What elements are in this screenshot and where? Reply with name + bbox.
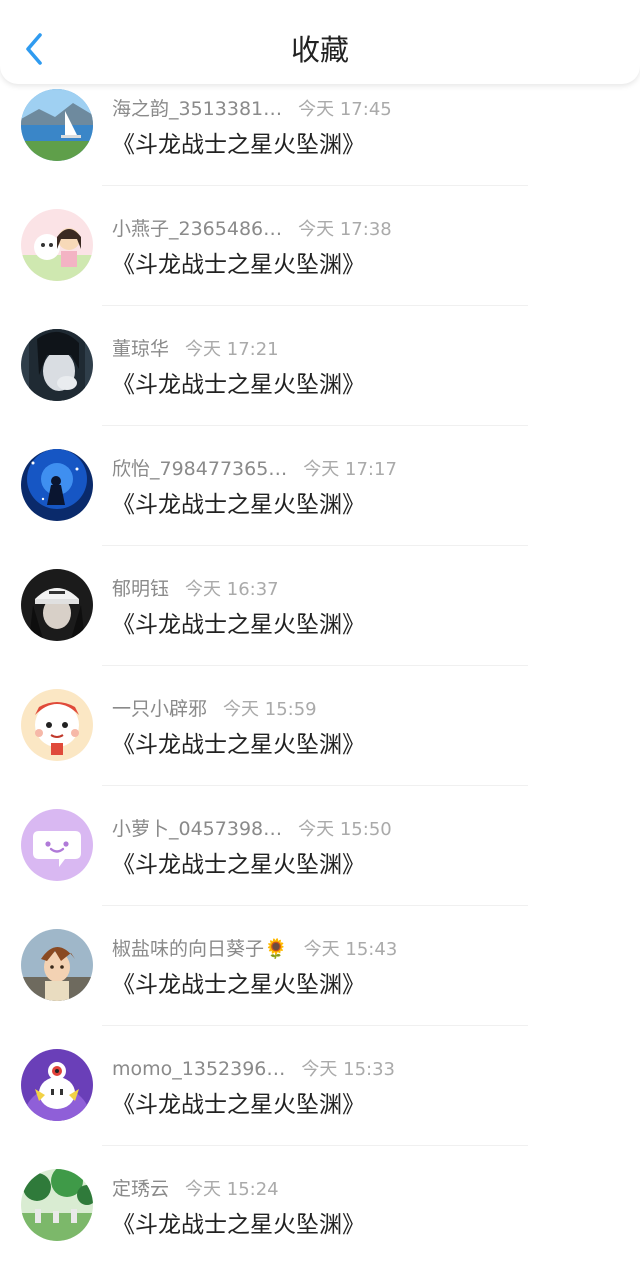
top-nav-bar (0, 0, 640, 84)
divider (102, 545, 528, 546)
avatar[interactable] (21, 1049, 93, 1121)
username[interactable]: 椒盐味的向日葵子🌻 (112, 938, 288, 960)
timestamp: 今天 15:24 (185, 1179, 279, 1200)
avatar[interactable] (21, 209, 93, 281)
list-item[interactable]: 小燕子_2365486… 今天 17:38 《斗龙战士之星火坠渊》 (0, 204, 640, 324)
list-item[interactable]: 海之韵_3513381… 今天 17:45 《斗龙战士之星火坠渊》 (0, 84, 640, 204)
username[interactable]: 欣怡_798477365… (112, 458, 287, 480)
timestamp: 今天 15:59 (223, 699, 317, 720)
username[interactable]: 董琼华 (112, 338, 169, 360)
timestamp: 今天 15:33 (301, 1059, 395, 1080)
username[interactable]: momo_1352396… (112, 1058, 285, 1080)
timestamp: 今天 15:50 (298, 819, 392, 840)
divider (102, 785, 528, 786)
avatar[interactable] (21, 689, 93, 761)
favorites-list: 海之韵_3513381… 今天 17:45 《斗龙战士之星火坠渊》 小燕子_23… (0, 84, 640, 1264)
meta-line: 一只小辟邪 今天 15:59 (112, 696, 317, 722)
username[interactable]: 海之韵_3513381… (112, 98, 282, 120)
avatar[interactable] (21, 809, 93, 881)
book-title[interactable]: 《斗龙战士之星火坠渊》 (112, 1208, 365, 1242)
book-title[interactable]: 《斗龙战士之星火坠渊》 (112, 1088, 365, 1122)
meta-line: 椒盐味的向日葵子🌻 今天 15:43 (112, 936, 397, 962)
username[interactable]: 小萝卜_0457398… (112, 818, 282, 840)
book-title[interactable]: 《斗龙战士之星火坠渊》 (112, 248, 365, 282)
timestamp: 今天 17:21 (185, 339, 279, 360)
list-item[interactable]: 椒盐味的向日葵子🌻 今天 15:43 《斗龙战士之星火坠渊》 (0, 924, 640, 1044)
timestamp: 今天 17:45 (298, 99, 392, 120)
list-item[interactable]: 欣怡_798477365… 今天 17:17 《斗龙战士之星火坠渊》 (0, 444, 640, 564)
meta-line: 欣怡_798477365… 今天 17:17 (112, 456, 397, 482)
meta-line: 董琼华 今天 17:21 (112, 336, 279, 362)
divider (102, 425, 528, 426)
avatar[interactable] (21, 929, 93, 1001)
username[interactable]: 郁明钰 (112, 578, 169, 600)
meta-line: 郁明钰 今天 16:37 (112, 576, 279, 602)
username[interactable]: 小燕子_2365486… (112, 218, 282, 240)
meta-line: momo_1352396… 今天 15:33 (112, 1056, 395, 1082)
divider (102, 1025, 528, 1026)
avatar[interactable] (21, 89, 93, 161)
username[interactable]: 定琇云 (112, 1178, 169, 1200)
divider (102, 185, 528, 186)
list-item[interactable]: 定琇云 今天 15:24 《斗龙战士之星火坠渊》 (0, 1164, 640, 1264)
list-item[interactable]: 小萝卜_0457398… 今天 15:50 《斗龙战士之星火坠渊》 (0, 804, 640, 924)
timestamp: 今天 15:43 (303, 939, 398, 960)
timestamp: 今天 17:38 (298, 219, 392, 240)
divider (102, 665, 528, 666)
back-button[interactable] (16, 28, 52, 68)
book-title[interactable]: 《斗龙战士之星火坠渊》 (112, 128, 365, 162)
divider (102, 905, 528, 906)
list-item[interactable]: 郁明钰 今天 16:37 《斗龙战士之星火坠渊》 (0, 564, 640, 684)
book-title[interactable]: 《斗龙战士之星火坠渊》 (112, 968, 365, 1002)
avatar[interactable] (21, 329, 93, 401)
list-item[interactable]: 一只小辟邪 今天 15:59 《斗龙战士之星火坠渊》 (0, 684, 640, 804)
list-item[interactable]: 董琼华 今天 17:21 《斗龙战士之星火坠渊》 (0, 324, 640, 444)
timestamp: 今天 17:17 (303, 459, 397, 480)
book-title[interactable]: 《斗龙战士之星火坠渊》 (112, 728, 365, 762)
book-title[interactable]: 《斗龙战士之星火坠渊》 (112, 848, 365, 882)
chevron-left-icon (26, 33, 42, 65)
favorites-page: 收藏 海之韵_3513381… 今天 17:45 《斗龙战士之星火坠渊》 小燕子… (0, 0, 640, 1264)
book-title[interactable]: 《斗龙战士之星火坠渊》 (112, 488, 365, 522)
meta-line: 小萝卜_0457398… 今天 15:50 (112, 816, 392, 842)
book-title[interactable]: 《斗龙战士之星火坠渊》 (112, 368, 365, 402)
divider (102, 1145, 528, 1146)
username[interactable]: 一只小辟邪 (112, 698, 207, 720)
timestamp: 今天 16:37 (185, 579, 279, 600)
avatar[interactable] (21, 1169, 93, 1241)
book-title[interactable]: 《斗龙战士之星火坠渊》 (112, 608, 365, 642)
meta-line: 小燕子_2365486… 今天 17:38 (112, 216, 392, 242)
meta-line: 海之韵_3513381… 今天 17:45 (112, 96, 392, 122)
meta-line: 定琇云 今天 15:24 (112, 1176, 279, 1202)
avatar[interactable] (21, 449, 93, 521)
divider (102, 305, 528, 306)
avatar[interactable] (21, 569, 93, 641)
list-item[interactable]: momo_1352396… 今天 15:33 《斗龙战士之星火坠渊》 (0, 1044, 640, 1164)
